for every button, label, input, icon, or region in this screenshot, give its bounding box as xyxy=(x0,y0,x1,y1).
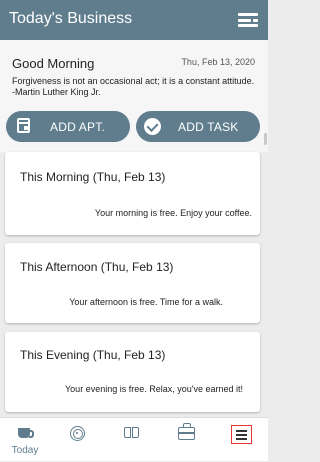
app-bar: Today's Business xyxy=(0,0,268,40)
morning-section[interactable]: This Morning (Thu, Feb 13) Your morning … xyxy=(5,152,260,235)
add-task-label: ADD TASK xyxy=(178,120,239,134)
section-message: Your afternoon is free. Time for a walk. xyxy=(69,297,223,307)
add-appointment-label: ADD APT. xyxy=(50,120,105,134)
calendar-icon xyxy=(17,118,30,133)
page-title: Today's Business xyxy=(9,10,133,27)
nav-today-label: Today xyxy=(11,445,39,456)
bottom-navigation: Today xyxy=(0,417,268,461)
section-message: Your evening is free. Relax, you've earn… xyxy=(65,384,243,394)
daily-quote: Forgiveness is not an occasional act; it… xyxy=(12,76,255,97)
book-icon[interactable] xyxy=(124,427,141,440)
menu-icon[interactable] xyxy=(231,425,252,444)
nav-today[interactable]: Today xyxy=(8,418,42,462)
menu-toggle-icon[interactable] xyxy=(238,13,258,27)
add-appointment-button[interactable]: ADD APT. xyxy=(6,111,130,142)
greeting-text: Good Morning xyxy=(12,56,95,71)
briefcase-icon[interactable] xyxy=(178,423,195,440)
check-circle-icon xyxy=(144,118,161,135)
coffee-cup-icon xyxy=(18,428,34,438)
add-task-button[interactable]: ADD TASK xyxy=(136,111,260,142)
section-title: This Morning (Thu, Feb 13) xyxy=(20,170,166,184)
section-message: Your morning is free. Enjoy your coffee. xyxy=(94,208,252,218)
section-title: This Evening (Thu, Feb 13) xyxy=(20,348,166,362)
section-title: This Afternoon (Thu, Feb 13) xyxy=(20,260,174,274)
date-label: Thu, Feb 13, 2020 xyxy=(181,57,255,67)
scrollbar-thumb[interactable] xyxy=(264,133,267,145)
afternoon-section[interactable]: This Afternoon (Thu, Feb 13) Your aftern… xyxy=(5,243,260,323)
target-icon[interactable] xyxy=(70,426,85,441)
evening-section[interactable]: This Evening (Thu, Feb 13) Your evening … xyxy=(5,332,260,412)
